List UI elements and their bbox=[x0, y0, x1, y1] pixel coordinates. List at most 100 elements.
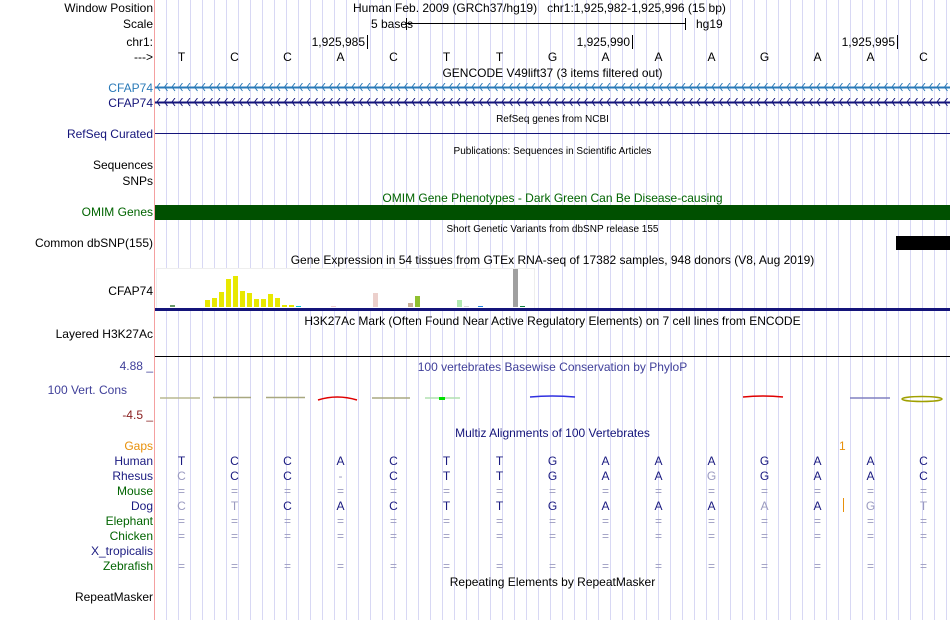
species-label-human[interactable]: Human bbox=[114, 454, 153, 468]
h3k27ac-track-title[interactable]: H3K27Ac Mark (Often Found Near Active Re… bbox=[155, 314, 950, 328]
alignment-base: = bbox=[813, 529, 821, 543]
gap-marker bbox=[843, 498, 844, 512]
alignment-base: = bbox=[283, 529, 291, 543]
alignment-base: = bbox=[230, 514, 238, 528]
conservation-max: 4.88 _ bbox=[119, 359, 153, 373]
alignment-base: = bbox=[866, 514, 874, 528]
alignment-base: = bbox=[866, 529, 874, 543]
alignment-base: G bbox=[547, 499, 558, 513]
gtex-tissue-bar[interactable] bbox=[464, 306, 469, 307]
gene-label-cfap74-1[interactable]: CFAP74 bbox=[108, 81, 153, 95]
species-label-chicken[interactable]: Chicken bbox=[110, 529, 153, 543]
gtex-tissue-bar[interactable] bbox=[415, 296, 420, 307]
gtex-tissue-bar[interactable] bbox=[289, 305, 294, 307]
gtex-tissue-bar[interactable] bbox=[170, 305, 175, 307]
publications-track-title[interactable]: Publications: Sequences in Scientific Ar… bbox=[155, 146, 950, 157]
alignment-base: = bbox=[495, 514, 503, 528]
gtex-tissue-bar[interactable] bbox=[457, 300, 462, 307]
species-label-zebrafish[interactable]: Zebrafish bbox=[103, 559, 153, 573]
base-letter: C bbox=[230, 50, 239, 64]
gtex-tissue-bar[interactable] bbox=[513, 269, 518, 307]
alignment-base: T bbox=[919, 499, 928, 513]
species-label-mouse[interactable]: Mouse bbox=[117, 484, 153, 498]
gtex-label[interactable]: CFAP74 bbox=[108, 284, 153, 298]
gtex-track-title[interactable]: Gene Expression in 54 tissues from GTEx … bbox=[155, 253, 950, 267]
repeatmasker-label[interactable]: RepeatMasker bbox=[75, 590, 153, 604]
gtex-tissue-bar[interactable] bbox=[212, 298, 217, 307]
refseq-gene-line[interactable] bbox=[155, 133, 950, 134]
gtex-tissue-bar[interactable] bbox=[240, 291, 245, 307]
species-label-rhesus[interactable]: Rhesus bbox=[112, 469, 153, 483]
gencode-gene-models[interactable] bbox=[155, 82, 950, 110]
h3k27ac-label[interactable]: Layered H3K27Ac bbox=[56, 327, 153, 341]
dbsnp-track-title[interactable]: Short Genetic Variants from dbSNP releas… bbox=[155, 224, 950, 235]
base-letter: A bbox=[601, 50, 610, 64]
alignment-base: = bbox=[336, 529, 344, 543]
alignment-base: = bbox=[760, 529, 768, 543]
scale-label: Scale bbox=[122, 17, 153, 31]
snp-feature[interactable] bbox=[896, 236, 950, 250]
alignment-base: = bbox=[760, 559, 768, 573]
dbsnp-label[interactable]: Common dbSNP(155) bbox=[35, 236, 153, 250]
gtex-tissue-bar[interactable] bbox=[219, 292, 224, 307]
alignment-base: = bbox=[548, 529, 556, 543]
alignment-base: = bbox=[336, 484, 344, 498]
gtex-tissue-bar[interactable] bbox=[254, 299, 259, 307]
species-label-elephant[interactable]: Elephant bbox=[106, 514, 153, 528]
omim-label[interactable]: OMIM Genes bbox=[82, 205, 153, 219]
gtex-expression-bars[interactable] bbox=[155, 268, 555, 308]
gtex-tissue-bar[interactable] bbox=[331, 306, 336, 307]
alignment-base: = bbox=[760, 514, 768, 528]
alignment-base: C bbox=[283, 499, 292, 513]
species-label-x_tropicalis[interactable]: X_tropicalis bbox=[91, 544, 153, 558]
alignment-base: G bbox=[759, 454, 770, 468]
conservation-wiggle[interactable] bbox=[155, 390, 950, 406]
gtex-tissue-bar[interactable] bbox=[247, 293, 252, 307]
gtex-tissue-bar[interactable] bbox=[478, 306, 483, 307]
alignment-base: = bbox=[707, 484, 715, 498]
alignment-base: C bbox=[177, 499, 186, 513]
alignment-base: = bbox=[760, 484, 768, 498]
base-letter: C bbox=[389, 50, 398, 64]
conservation-label[interactable]: 100 Vert. Cons bbox=[48, 383, 127, 397]
omim-gene-bar[interactable] bbox=[155, 205, 950, 220]
alignment-base: T bbox=[230, 499, 239, 513]
alignment-base: G bbox=[547, 454, 558, 468]
sequences-label[interactable]: Sequences bbox=[93, 158, 153, 172]
gtex-tissue-bar[interactable] bbox=[226, 279, 231, 307]
base-letter: A bbox=[813, 50, 822, 64]
alignment-base: = bbox=[601, 514, 609, 528]
alignment-base: A bbox=[813, 499, 822, 513]
gencode-track-title[interactable]: GENCODE V49lift37 (3 items filtered out) bbox=[155, 66, 950, 80]
alignment-base: = bbox=[177, 514, 185, 528]
species-label-dog[interactable]: Dog bbox=[131, 499, 153, 513]
gtex-tissue-bar[interactable] bbox=[282, 305, 287, 307]
alignment-base: = bbox=[707, 514, 715, 528]
gap-count: 1 bbox=[839, 439, 846, 453]
gtex-tissue-bar[interactable] bbox=[205, 300, 210, 307]
alignment-base: A bbox=[654, 499, 663, 513]
gene-label-cfap74-2[interactable]: CFAP74 bbox=[108, 96, 153, 110]
gtex-tissue-bar[interactable] bbox=[268, 294, 273, 307]
gtex-tissue-bar[interactable] bbox=[275, 298, 280, 307]
alignment-base: = bbox=[548, 559, 556, 573]
gtex-tissue-bar[interactable] bbox=[296, 306, 301, 307]
gtex-tissue-bar[interactable] bbox=[408, 303, 413, 307]
repeatmasker-track-title[interactable]: Repeating Elements by RepeatMasker bbox=[155, 575, 950, 589]
snps-label[interactable]: SNPs bbox=[122, 174, 153, 188]
conservation-track-title[interactable]: 100 vertebrates Basewise Conservation by… bbox=[155, 360, 950, 374]
gtex-tissue-bar[interactable] bbox=[261, 299, 266, 307]
refseq-label[interactable]: RefSeq Curated bbox=[67, 127, 153, 141]
refseq-track-title[interactable]: RefSeq genes from NCBI bbox=[155, 114, 950, 125]
gene-model-cfap74-1 bbox=[155, 83, 950, 93]
alignment-base: = bbox=[442, 484, 450, 498]
coord-tick: 1,925,995 bbox=[842, 35, 898, 49]
gtex-tissue-bar[interactable] bbox=[373, 293, 378, 307]
alignment-base: = bbox=[495, 529, 503, 543]
gtex-tissue-bar[interactable] bbox=[520, 306, 525, 307]
gtex-tissue-bar[interactable] bbox=[233, 276, 238, 307]
alignment-base: = bbox=[230, 529, 238, 543]
omim-track-title[interactable]: OMIM Gene Phenotypes - Dark Green Can Be… bbox=[155, 191, 950, 205]
base-letter: T bbox=[495, 50, 504, 64]
multiz-track-title[interactable]: Multiz Alignments of 100 Vertebrates bbox=[155, 426, 950, 440]
